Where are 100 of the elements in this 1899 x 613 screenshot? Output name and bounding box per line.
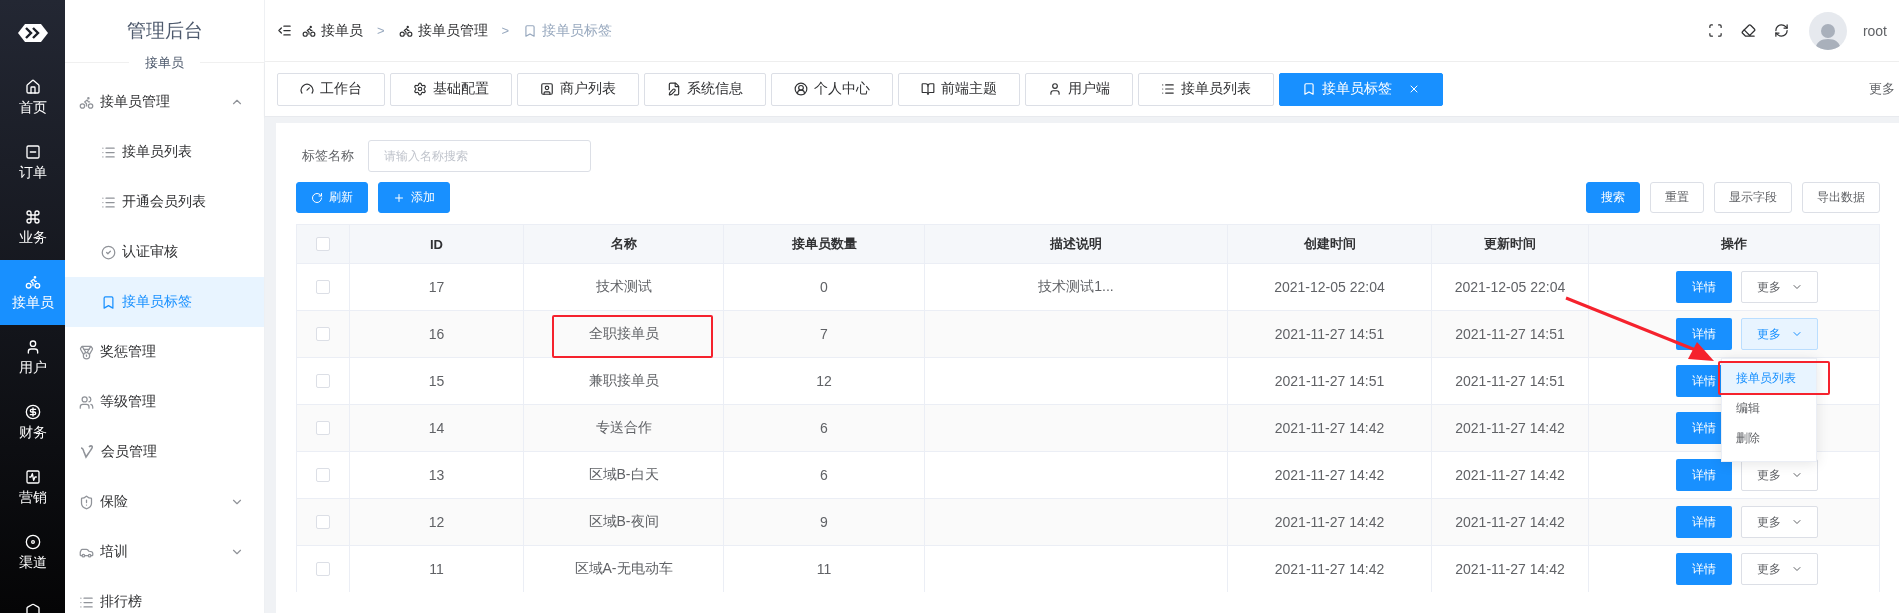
- more-button[interactable]: 更多: [1741, 553, 1818, 585]
- checkbox[interactable]: [316, 327, 330, 341]
- breadcrumb-item: 接单员标签: [523, 21, 613, 40]
- refresh-icon[interactable]: [1773, 23, 1789, 38]
- table-cell: 2021-12-05 22:04: [1274, 279, 1385, 295]
- breadcrumb-item[interactable]: 接单员管理: [398, 21, 488, 40]
- table-cell: 2021-11-27 14:42: [1455, 561, 1565, 577]
- table-cell: 6: [820, 420, 828, 436]
- table-cell: 2021-11-27 14:42: [1274, 420, 1385, 436]
- rail-item[interactable]: 渠道: [0, 520, 65, 585]
- rail-item[interactable]: 营销: [0, 455, 65, 520]
- disc-icon: [24, 533, 41, 550]
- rail-item[interactable]: 财务: [0, 390, 65, 455]
- submenu-item[interactable]: 接单员列表: [65, 127, 264, 177]
- menu-item[interactable]: 奖惩管理: [65, 327, 264, 377]
- bicycle-icon: [398, 23, 413, 38]
- close-icon[interactable]: [1408, 83, 1420, 95]
- table-cell: 2021-11-27 14:42: [1274, 561, 1385, 577]
- table-cell: 专送合作: [595, 419, 652, 437]
- table-cell: 2021-11-27 14:42: [1274, 467, 1385, 483]
- checkbox[interactable]: [316, 280, 330, 294]
- menu-item[interactable]: 会员管理: [65, 427, 264, 477]
- list-icon: [1161, 82, 1175, 96]
- table-cell: 2021-12-05 22:04: [1454, 279, 1566, 295]
- rail-item[interactable]: 订单: [0, 130, 65, 195]
- column-header: 描述说明: [1050, 235, 1102, 253]
- sidebar-title: 管理后台: [126, 19, 203, 43]
- table-cell: 2021-11-27 14:51: [1274, 326, 1385, 342]
- rail-item[interactable]: 业务: [0, 195, 65, 260]
- shield-icon: [79, 494, 94, 510]
- submenu-item[interactable]: 开通会员列表: [65, 177, 264, 227]
- tab[interactable]: 用户端: [1025, 72, 1133, 106]
- tab[interactable]: 接单员列表: [1138, 72, 1274, 106]
- more-button[interactable]: 更多: [1741, 271, 1818, 303]
- table-cell: 12: [428, 514, 445, 530]
- currency-icon: [24, 403, 41, 420]
- table-cell: 12: [816, 373, 832, 389]
- table-cell: 2021-11-27 14:42: [1455, 467, 1565, 483]
- user-name[interactable]: root: [1862, 22, 1887, 39]
- tab[interactable]: 商户列表: [517, 72, 639, 106]
- checkbox[interactable]: [316, 562, 330, 576]
- list-icon: [79, 594, 94, 610]
- contact-icon: [540, 82, 554, 96]
- list-icon: [101, 194, 116, 210]
- table-cell: 9: [820, 514, 828, 530]
- more-tabs-link[interactable]: 更多: [1869, 80, 1899, 98]
- sidebar-subtitle: 接单员: [129, 54, 200, 72]
- refresh-icon: [311, 191, 323, 204]
- toolbar-button[interactable]: 显示字段: [1714, 182, 1792, 213]
- rail-item[interactable]: 首页: [0, 65, 65, 130]
- users-icon: [79, 394, 94, 410]
- toolbar-button[interactable]: 导出数据: [1802, 182, 1880, 213]
- tab[interactable]: 工作台: [277, 72, 385, 106]
- checkbox[interactable]: [316, 468, 330, 482]
- table-cell: 11: [429, 561, 444, 577]
- checkbox[interactable]: [316, 421, 330, 435]
- more-button[interactable]: 更多: [1741, 506, 1818, 538]
- bicycle-icon: [24, 273, 41, 290]
- menu-item[interactable]: 培训: [65, 527, 264, 577]
- tab[interactable]: 前端主题: [898, 72, 1020, 106]
- submenu-item[interactable]: 认证审核: [65, 227, 264, 277]
- bicycle-icon: [302, 23, 316, 38]
- checkbox[interactable]: [316, 515, 330, 529]
- filter-label: 标签名称: [302, 147, 354, 165]
- eraser-icon[interactable]: [1740, 23, 1756, 38]
- checkbox[interactable]: [316, 374, 330, 388]
- menu-item[interactable]: 接单员管理: [65, 77, 264, 127]
- table-cell: 全职接单员: [588, 325, 659, 343]
- bookmark-icon: [523, 23, 538, 38]
- document-icon: [24, 143, 41, 160]
- avatar[interactable]: [1808, 11, 1847, 50]
- bookmark-icon: [101, 294, 116, 310]
- menu-item[interactable]: 保险: [65, 477, 264, 527]
- home-icon: [24, 78, 41, 95]
- chart-icon: [24, 468, 41, 485]
- tab[interactable]: 个人中心: [771, 72, 893, 106]
- logo-icon: [17, 23, 48, 42]
- column-header: 更新时间: [1484, 235, 1536, 253]
- breadcrumb-item[interactable]: 接单员: [302, 21, 363, 40]
- table-cell: 技术测试: [595, 278, 652, 296]
- checkbox[interactable]: [316, 237, 330, 251]
- check-circle-icon: [101, 244, 116, 260]
- fullscreen-icon[interactable]: [1707, 23, 1723, 38]
- table-cell: 15: [428, 373, 445, 389]
- table-cell: 2021-11-27 14:51: [1455, 326, 1565, 342]
- table-cell: 13: [428, 467, 445, 483]
- menu-item[interactable]: 等级管理: [65, 377, 264, 427]
- edit-icon: [667, 82, 681, 96]
- table-cell: 11: [816, 561, 832, 577]
- tab[interactable]: 基础配置: [390, 72, 512, 106]
- rail-item[interactable]: 用户: [0, 325, 65, 390]
- user-circle-icon: [794, 82, 808, 96]
- toolbar-button[interactable]: 重置: [1650, 182, 1704, 213]
- search-field[interactable]: 请输入名称搜索: [368, 140, 591, 172]
- menu-item[interactable]: 排行榜: [65, 577, 264, 613]
- breadcrumb-separator: >: [501, 23, 510, 38]
- collapse-icon[interactable]: [277, 23, 292, 38]
- tab[interactable]: 系统信息: [644, 72, 766, 106]
- column-header: 操作: [1721, 235, 1747, 253]
- table-cell: 14: [428, 420, 445, 436]
